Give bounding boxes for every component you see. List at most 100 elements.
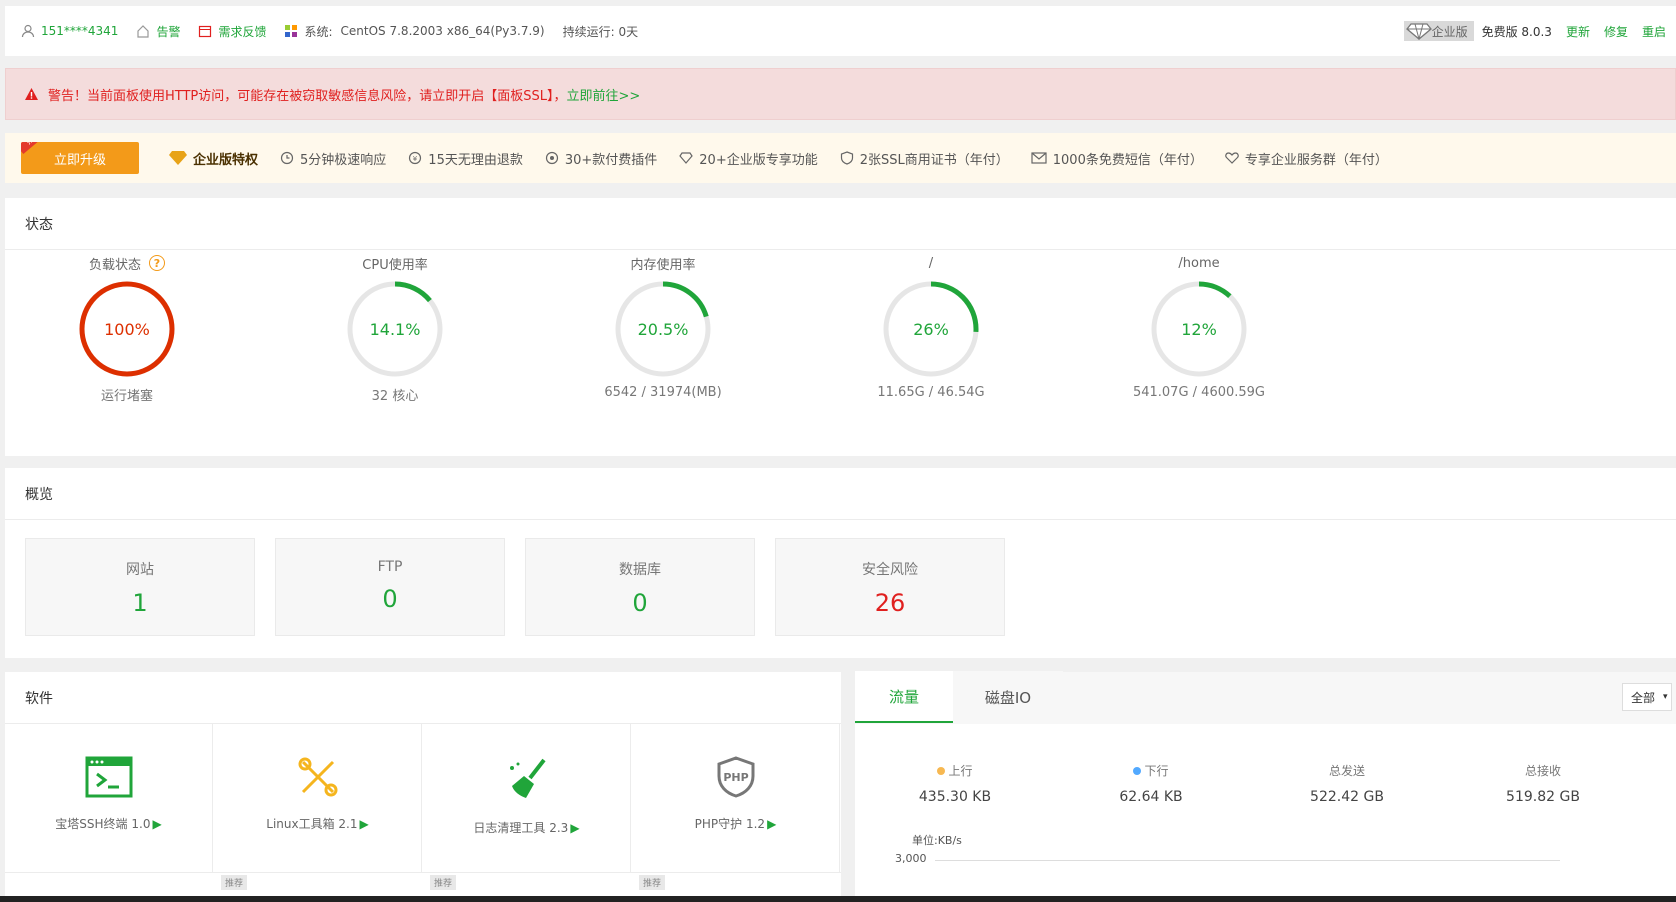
software-item-label: PHP守护 1.2 ▶ (694, 817, 777, 831)
upload-dot-icon (937, 766, 946, 775)
home-alarm-icon (137, 25, 150, 38)
stat-value: 62.64 KB (1119, 789, 1183, 805)
uptime: 持续运行: 0天 (563, 23, 639, 40)
traffic-tabs: 流量 磁盘IO 全部 ▾ (855, 671, 1676, 724)
plugin-icon (545, 151, 558, 165)
enterprise-badge[interactable]: 企业版 (1403, 21, 1474, 41)
calendar-icon (199, 25, 212, 38)
http-warning-banner: 警告！当前面板使用HTTP访问，可能存在被窃取敏感信息风险，请立即开启【面板SS… (5, 68, 1676, 120)
software-item-label: 宝塔SSH终端 1.0 ▶ (55, 817, 162, 831)
upgrade-button[interactable]: 推荐 立即升级 (21, 142, 139, 174)
centos-icon (285, 25, 298, 37)
gauge-value: 14.1% (370, 320, 421, 339)
software-item-log-cleaner[interactable]: 日志清理工具 2.3 ▶ (423, 724, 631, 872)
user-account[interactable]: 151****4341 (21, 24, 118, 38)
gauge-ring: 100% (79, 281, 175, 377)
gauge-ring: 26% (883, 281, 979, 377)
svg-text:PHP: PHP (723, 771, 748, 784)
overview-card-ftp[interactable]: FTP 0 (275, 538, 505, 636)
gauge-value: 20.5% (638, 320, 689, 339)
update-link[interactable]: 更新 (1566, 23, 1590, 40)
user-icon (21, 24, 35, 38)
refund-icon: ¥ (409, 151, 422, 165)
software-item-php-guard[interactable]: PHP PHP守护 1.2 ▶ (632, 724, 840, 872)
promo-feature-label: 2张SSL商用证书（年付） (859, 152, 1009, 168)
feedback-label: 需求反馈 (218, 24, 267, 39)
software-item-label: Linux工具箱 2.1 ▶ (266, 817, 369, 831)
recommend-small-tag: 推荐 (430, 875, 457, 890)
gauge-memory[interactable]: 内存使用率 20.5% 6542 / 31974(MB) (583, 253, 743, 401)
stat-total-received: 总接收 519.82 GB (1443, 762, 1643, 805)
overview-card-label: FTP (377, 559, 403, 575)
stat-label: 总发送 (1328, 764, 1365, 778)
gauge-label: 内存使用率 (630, 257, 696, 273)
tab-traffic[interactable]: 流量 (855, 671, 953, 723)
software-item-ssh-terminal[interactable]: 宝塔SSH终端 1.0 ▶ (5, 724, 213, 872)
overview-card-database[interactable]: 数据库 0 (525, 538, 755, 636)
gauge-disk-home[interactable]: /home 12% 541.07G / 4600.59G (1119, 253, 1279, 401)
gauge-subtext: 32 核心 (371, 389, 419, 404)
help-icon[interactable]: ? (149, 255, 165, 271)
promo-feature-response: 5分钟极速响应 (280, 149, 386, 168)
feedback-link[interactable]: 需求反馈 (198, 23, 266, 40)
version-text: 免费版 8.0.3 (1481, 24, 1552, 39)
gauge-label: / (928, 255, 934, 271)
restart-link[interactable]: 重启 (1642, 23, 1666, 40)
software-title: 软件 (5, 672, 841, 724)
promo-feature-label: 1000条免费短信（年付） (1052, 152, 1203, 168)
software-panel: 软件 宝塔SSH终端 1.0 ▶ Linux工具箱 2.1 ▶ 日志清理工具 2.3… (5, 672, 841, 902)
bottom-edge (0, 896, 1676, 902)
promo-feature-group: 专享企业服务群（年付） (1225, 149, 1388, 168)
gauge-value: 100% (104, 320, 150, 339)
stat-label: 总接收 (1524, 764, 1561, 778)
diamond-icon (1405, 23, 1432, 40)
tools-icon (298, 757, 337, 797)
recommend-small-tag: 推荐 (221, 875, 248, 890)
chart-gridline (935, 860, 1560, 861)
warning-text: 警告！当前面板使用HTTP访问，可能存在被窃取敏感信息风险，请立即开启【面板SS… (48, 88, 567, 104)
stat-label: 上行 (948, 764, 973, 778)
software-item-label: 日志清理工具 2.3 ▶ (473, 821, 580, 835)
overview-card-sites[interactable]: 网站 1 (25, 538, 255, 636)
software-item-linux-toolbox[interactable]: Linux工具箱 2.1 ▶ (214, 724, 422, 872)
interface-select-value: 全部 (1631, 690, 1656, 705)
gauge-cpu[interactable]: CPU使用率 14.1% 32 核心 (315, 253, 475, 404)
gauge-subtext: 541.07G / 4600.59G (1132, 385, 1266, 400)
overview-card-label: 安全风险 (862, 562, 918, 578)
heart-icon (1225, 152, 1239, 164)
interface-select[interactable]: 全部 ▾ (1622, 683, 1672, 711)
promo-feature-sms: 1000条免费短信（年付） (1031, 149, 1203, 168)
recommend-small-tag: 推荐 (639, 875, 666, 890)
chart-unit-label: 单位:KB/s (912, 834, 962, 847)
crown-diamond-icon (169, 151, 187, 165)
gauge-subtext: 运行堵塞 (100, 389, 153, 404)
clock-chat-icon (280, 151, 294, 165)
system-value: CentOS 7.8.2003 x86_64(Py3.7.9) (340, 24, 545, 38)
overview-card-security-risk[interactable]: 安全风险 26 (775, 538, 1005, 636)
gauge-label: CPU使用率 (362, 257, 428, 273)
promo-feature-label: 30+款付费插件 (564, 152, 658, 168)
topbar-right: 企业版 免费版 8.0.3 更新 修复 重启 (1403, 6, 1666, 56)
download-dot-icon (1133, 766, 1142, 775)
overview-card-label: 数据库 (619, 562, 661, 578)
warning-link[interactable]: 立即前往>> (567, 85, 641, 104)
gauge-load[interactable]: 负载状态? 100% 运行堵塞 (47, 253, 207, 404)
warning-icon (25, 88, 38, 100)
promo-feature-label: 20+企业版专享功能 (699, 152, 818, 168)
tab-disk-io[interactable]: 磁盘IO (953, 671, 1063, 723)
repair-link[interactable]: 修复 (1604, 23, 1628, 40)
stat-value: 519.82 GB (1506, 789, 1580, 805)
promo-feature-label: 专享企业服务群（年付） (1244, 152, 1388, 168)
gauge-label: /home (1178, 255, 1220, 271)
overview-card-value: 0 (382, 585, 398, 613)
gauge-disk-root[interactable]: / 26% 11.65G / 46.54G (851, 253, 1011, 401)
system-label: 系统: (304, 24, 333, 39)
status-title: 状态 (5, 198, 1676, 250)
enterprise-promo-bar: 推荐 立即升级 企业版特权 5分钟极速响应 ¥ 15天无理由退款 30+款付费插… (5, 133, 1676, 183)
stat-upload: 上行 435.30 KB (855, 762, 1055, 805)
gauge-subtext: 11.65G / 46.54G (877, 385, 985, 400)
traffic-panel: 流量 磁盘IO 全部 ▾ 上行 435.30 KB 下行 62.64 KB 总发… (855, 671, 1676, 902)
chart-y-tick: 3,000 (895, 852, 927, 865)
alarm-link[interactable]: 告警 (136, 23, 180, 40)
gauge-subtext: 6542 / 31974(MB) (604, 385, 722, 400)
